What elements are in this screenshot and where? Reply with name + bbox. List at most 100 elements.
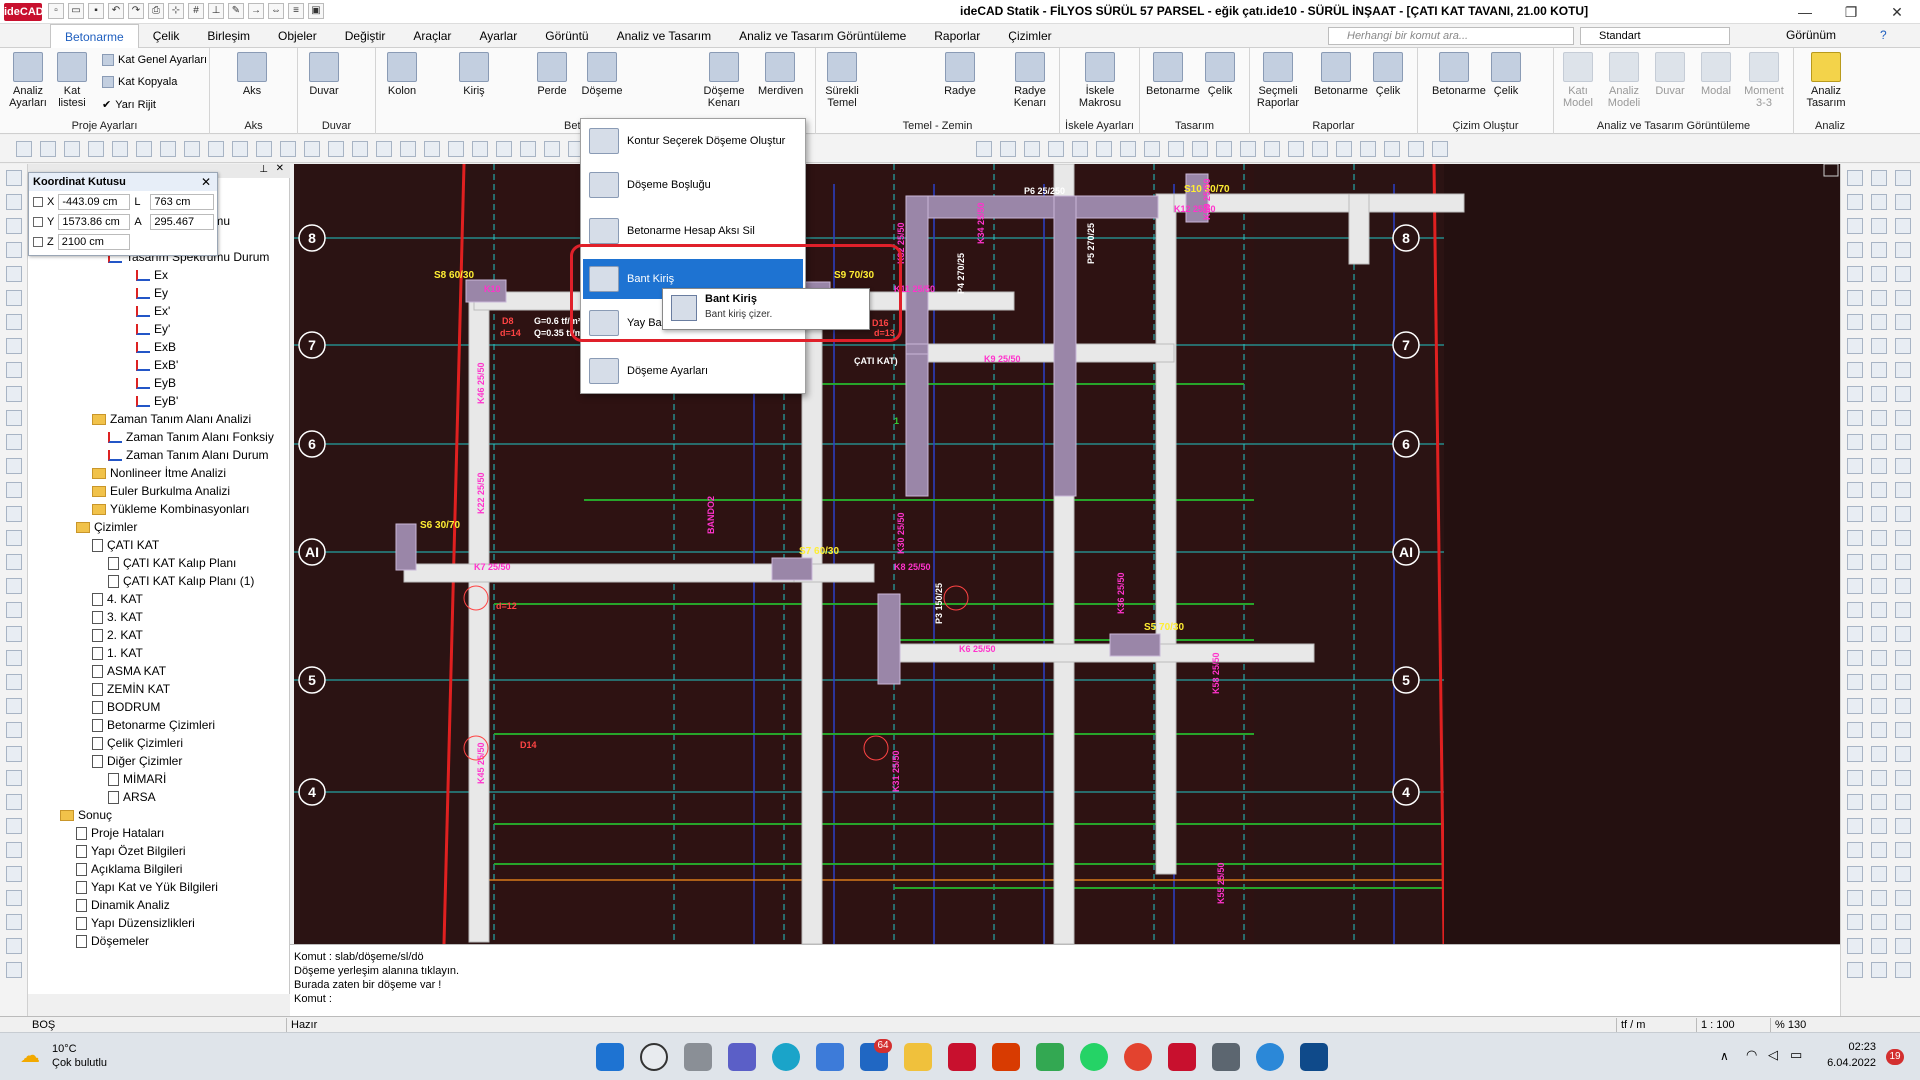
right-tool-icon[interactable] [1847,794,1863,810]
rapor-betonarme-button[interactable]: Betonarme [1314,52,1368,97]
coord-close-icon[interactable]: ✕ [201,175,211,189]
tab-betonarme[interactable]: Betonarme [50,24,139,49]
tasarim-betonarme-button[interactable]: Betonarme [1146,52,1200,97]
toolbar-tool-icon[interactable] [1168,141,1184,157]
tree-item[interactable]: Yapı Özet Bilgileri [76,844,185,858]
command-line-area[interactable]: Komut : slab/döşeme/sl/dö Döşeme yerleşi… [290,944,1840,1016]
toolbar-tool-icon[interactable] [472,141,488,157]
right-tool-icon[interactable] [1847,866,1863,882]
calculator-icon[interactable] [1212,1043,1240,1071]
right-tool-icon[interactable] [1847,602,1863,618]
right-tool-icon[interactable] [1895,746,1911,762]
right-tool-icon[interactable] [1871,194,1887,210]
undo-icon[interactable]: ↶ [108,3,124,19]
left-tool-icon[interactable] [6,314,22,330]
right-tool-icon[interactable] [1871,746,1887,762]
right-tool-icon[interactable] [1871,626,1887,642]
plan-drawing[interactable]: 8 8 7 7 6 6 AI AI 5 5 4 4 P6 25/250 P5 270/25 P4 270/2… [294,164,1840,944]
right-tool-icon[interactable] [1895,314,1911,330]
task-view-icon[interactable] [684,1043,712,1071]
search-icon[interactable] [640,1043,668,1071]
left-tool-icon[interactable] [6,794,22,810]
kat-genel-ayarlari-button[interactable]: Kat Genel Ayarları [102,54,207,66]
aks-button[interactable]: Aks [230,52,274,97]
right-tool-icon[interactable] [1847,674,1863,690]
yari-rijit-checkbox[interactable]: ✔ Yarı Rijit [102,98,156,112]
close-icon[interactable]: ✕ [1874,0,1920,24]
doseme-kenari-button[interactable]: Döşeme Kenarı [702,52,746,109]
right-tool-icon[interactable] [1871,314,1887,330]
panel-close-icon[interactable]: ✕ [276,163,284,174]
right-tool-icon[interactable] [1871,458,1887,474]
left-tool-icon[interactable] [6,914,22,930]
right-tool-icon[interactable] [1895,362,1911,378]
toolbar-tool-icon[interactable] [328,141,344,157]
right-tool-icon[interactable] [1847,554,1863,570]
toolbar-tool-icon[interactable] [1312,141,1328,157]
idecad-cad-icon[interactable] [1168,1043,1196,1071]
right-tool-icon[interactable] [1871,482,1887,498]
y-lock-checkbox[interactable] [33,217,43,227]
tab-objeler[interactable]: Objeler [264,24,331,48]
right-tool-icon[interactable] [1871,530,1887,546]
right-tool-icon[interactable] [1871,818,1887,834]
right-tool-icon[interactable] [1847,482,1863,498]
right-tool-icon[interactable] [1895,842,1911,858]
toolbar-tool-icon[interactable] [1264,141,1280,157]
toolbar-tool-icon[interactable] [1024,141,1040,157]
right-tool-icon[interactable] [1895,602,1911,618]
toolbar-tool-icon[interactable] [1000,141,1016,157]
right-tool-icon[interactable] [1895,458,1911,474]
right-tool-icon[interactable] [1847,770,1863,786]
modal-button[interactable]: Modal [1694,52,1738,97]
tab-birlesim[interactable]: Birleşim [193,24,264,48]
tree-item[interactable]: 3. KAT [92,610,143,624]
right-tool-icon[interactable] [1871,242,1887,258]
toolbar-tool-icon[interactable] [1048,141,1064,157]
toolbar-tool-icon[interactable] [112,141,128,157]
toolbar-tool-icon[interactable] [1288,141,1304,157]
right-tool-icon[interactable] [1847,362,1863,378]
toolbar-tool-icon[interactable] [88,141,104,157]
tree-item[interactable]: Nonlineer İtme Analizi [92,466,226,480]
clock-date[interactable]: 6.04.2022 [1810,1057,1876,1069]
right-tool-icon[interactable] [1895,410,1911,426]
store-icon[interactable] [816,1043,844,1071]
right-tool-icon[interactable] [1871,962,1887,978]
help-icon[interactable]: ? [1880,28,1887,42]
right-tool-icon[interactable] [1847,746,1863,762]
right-tool-icon[interactable] [1871,554,1887,570]
left-tool-icon[interactable] [6,866,22,882]
right-tool-icon[interactable] [1847,386,1863,402]
toolbar-tool-icon[interactable] [544,141,560,157]
layer-icon[interactable]: ≡ [288,3,304,19]
kiris-button[interactable]: Kiriş [452,52,496,97]
start-icon[interactable] [596,1043,624,1071]
left-tool-icon[interactable] [6,506,22,522]
tree-item[interactable]: Proje Hataları [76,826,164,840]
toolbar-tool-icon[interactable] [1360,141,1376,157]
toolbar-tool-icon[interactable] [1144,141,1160,157]
pen-icon[interactable]: ✎ [228,3,244,19]
volume-icon[interactable]: ◁ [1768,1047,1778,1063]
excel-icon[interactable] [1036,1043,1064,1071]
right-tool-icon[interactable] [1847,626,1863,642]
toolbar-tool-icon[interactable] [1216,141,1232,157]
right-tool-icon[interactable] [1847,290,1863,306]
right-tool-icon[interactable] [1847,722,1863,738]
whatsapp-icon[interactable] [1080,1043,1108,1071]
toolbar-tool-icon[interactable] [280,141,296,157]
tab-celik[interactable]: Çelik [139,24,194,48]
toolbar-tool-icon[interactable] [232,141,248,157]
right-tool-icon[interactable] [1871,674,1887,690]
kati-model-button[interactable]: Katı Model [1556,52,1600,109]
tree-item[interactable]: Yapı Düzensizlikleri [76,916,195,930]
right-tool-icon[interactable] [1895,290,1911,306]
command-search-input[interactable]: Herhangi bir komut ara... [1328,27,1574,45]
left-tool-icon[interactable] [6,626,22,642]
left-tool-icon[interactable] [6,818,22,834]
toolbar-tool-icon[interactable] [40,141,56,157]
toolbar-tool-icon[interactable] [1240,141,1256,157]
tree-item[interactable]: EyB [136,376,176,390]
weather-icon[interactable]: ☁ [20,1045,46,1067]
